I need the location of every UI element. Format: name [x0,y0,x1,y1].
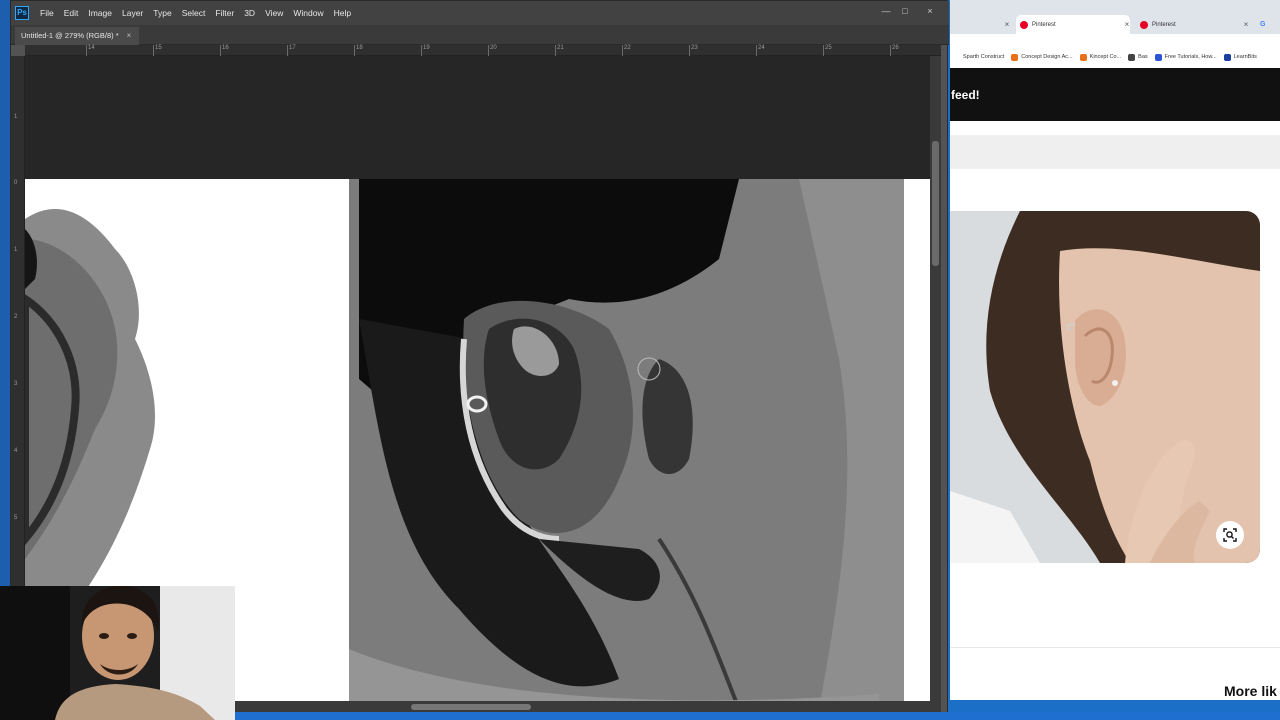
browser-tab[interactable] [950,15,1010,34]
pinterest-banner: feed! [950,68,1280,121]
ruler-label: 4 [14,448,18,454]
bookmark-item[interactable]: Concept Design Ac... [1011,53,1073,61]
pinterest-icon [1140,20,1148,29]
reference-photo-ear [950,211,1260,563]
ruler-label: 24 [756,45,765,56]
lens-glyph-icon [1223,528,1237,542]
document-tab-title: Untitled-1 @ 279% (RGB/8) * [21,31,119,40]
bookmark-label: Concept Design Ac... [1021,54,1073,60]
bookmark-icon [1128,53,1136,61]
document-tabbar: Untitled-1 @ 279% (RGB/8) * × [11,25,949,45]
address-bar[interactable] [950,34,1280,48]
visual-search-icon[interactable] [1216,521,1244,549]
vertical-scrollbar[interactable] [930,56,941,701]
browser-tab-pinterest[interactable]: Pinterest [1016,15,1130,34]
ruler-label: 21 [555,45,564,56]
browser-tab-google[interactable]: G [1256,15,1280,34]
ruler-label: 26 [890,45,899,56]
ruler-label: 25 [823,45,832,56]
webcam-presenter [0,586,235,720]
ruler-label: 14 [86,45,95,56]
bookmark-icon [1223,53,1231,61]
close-window-button[interactable]: × [921,4,939,18]
ruler-label: 18 [354,45,363,56]
ruler-label: 20 [488,45,497,56]
menu-select[interactable]: Select [177,1,211,25]
bookmark-item[interactable]: Free Tutorials, How... [1154,53,1217,61]
ruler-label: 22 [622,45,631,56]
ruler-label: 0 [14,180,18,186]
close-tab-icon[interactable]: × [1002,15,1012,34]
pinterest-icon [1020,20,1028,29]
pin-image-card[interactable] [950,211,1260,563]
menu-filter[interactable]: Filter [210,1,239,25]
bookmark-label: Sparth Construct [963,54,1005,60]
menu-view[interactable]: View [260,1,288,25]
minimize-button[interactable]: — [877,4,895,18]
ruler-label: 17 [287,45,296,56]
ruler-label: 15 [153,45,162,56]
bookmark-icon [953,53,960,61]
document-tab[interactable]: Untitled-1 @ 279% (RGB/8) * × [15,27,140,45]
bookmark-label: Kincept Co... [1089,54,1122,60]
ps-menubar: Ps File Edit Image Layer Type Select Fil… [11,1,949,25]
divider [950,647,1280,648]
browser-tabs: × Pinterest × Pinterest × G [950,12,1280,34]
ruler-label: 3 [14,381,18,387]
bookmark-item[interactable]: Kincept Co... [1079,53,1122,61]
bookmark-icon [1079,53,1087,61]
ruler-label: 5 [14,515,18,521]
more-like-this-heading: More lik [1224,683,1277,699]
browser-window: × Pinterest × Pinterest × G Sparth Const… [950,0,1280,700]
ruler-label: 2 [14,314,18,320]
banner-text: feed! [951,88,980,102]
browser-tab-label: Pinterest [1032,21,1056,28]
maximize-button[interactable]: □ [896,4,914,18]
menu-3d[interactable]: 3D [239,1,260,25]
bookmarks-bar: Sparth Construct Concept Design Ac... Ki… [950,48,1280,66]
menu-edit[interactable]: Edit [59,1,84,25]
vertical-scroll-thumb[interactable] [932,141,939,266]
google-icon: G [1260,21,1266,28]
bookmark-label: Bas [1138,54,1148,60]
ruler-label: 19 [421,45,430,56]
close-tab-icon[interactable]: × [1122,15,1132,34]
horizontal-ruler: 14 15 16 17 18 19 20 21 22 23 24 25 26 [25,45,941,56]
bookmark-label: Free Tutorials, How... [1164,54,1217,60]
bookmark-icon [1011,53,1019,61]
pinterest-search-bar[interactable] [950,135,1280,169]
ear-painting-art [319,179,904,701]
horizontal-scroll-thumb[interactable] [411,704,531,710]
close-tab-icon[interactable]: × [1241,15,1251,34]
browser-tab-label: Pinterest [1152,21,1176,28]
menu-layer[interactable]: Layer [117,1,148,25]
screen: Ps File Edit Image Layer Type Select Fil… [0,0,1280,720]
menu-file[interactable]: File [35,1,59,25]
menu-image[interactable]: Image [83,1,117,25]
browser-tab-pinterest[interactable]: Pinterest [1136,15,1246,34]
menu-type[interactable]: Type [148,1,176,25]
ruler-label: 1 [14,247,18,253]
ruler-label: 23 [689,45,698,56]
ruler-label: 16 [220,45,229,56]
menu-help[interactable]: Help [329,1,356,25]
close-tab-icon[interactable]: × [127,27,132,45]
webcam-overlay [0,586,235,720]
ear-painting-main[interactable] [319,179,904,701]
bookmark-item[interactable]: Bas [1128,53,1148,61]
bookmark-item[interactable]: LearnBits [1223,53,1257,61]
browser-titlebar [950,0,1280,12]
menu-window[interactable]: Window [288,1,328,25]
ruler-label: 1 [14,114,18,120]
bookmark-item[interactable]: Sparth Construct [953,53,1005,61]
bookmark-icon [1154,53,1162,61]
photoshop-logo-icon[interactable]: Ps [15,6,29,20]
bookmark-label: LearnBits [1233,54,1257,60]
